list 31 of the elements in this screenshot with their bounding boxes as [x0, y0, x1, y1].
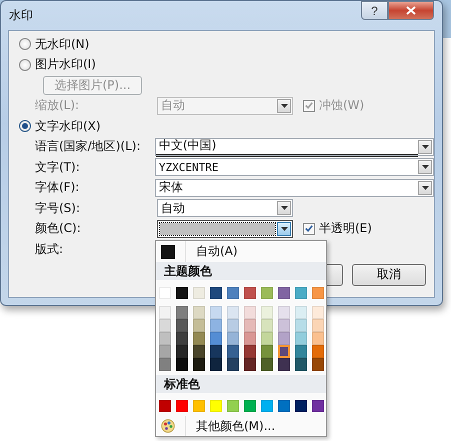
layout-label: 版式: — [35, 240, 64, 258]
font-dropdown[interactable]: 宋体 — [154, 178, 434, 197]
section-header: 标准色 — [156, 375, 326, 394]
scale-label: 缩放(L): — [35, 97, 80, 114]
radio-label: 无水印(N) — [35, 36, 90, 53]
text-dropdown[interactable]: YZXCENTRE — [154, 158, 434, 176]
size-dropdown[interactable]: 自动 — [157, 199, 293, 218]
radio-label: 文字水印(X) — [35, 118, 101, 135]
checkbox[interactable] — [303, 222, 315, 235]
radio-button[interactable] — [19, 38, 31, 50]
close-icon — [406, 6, 416, 15]
cancel-button[interactable]: 取消 — [352, 264, 426, 286]
font-label: 字体(F): — [35, 179, 80, 196]
language-dropdown[interactable]: 中文(中国) — [154, 138, 434, 156]
text-label: 文字(T): — [35, 158, 81, 176]
color-label: 颜色(C): — [35, 220, 82, 238]
window-title: 水印 — [9, 7, 33, 24]
semitransparent-label: 半透明(E) — [319, 220, 372, 238]
color-dropdown[interactable] — [157, 220, 293, 238]
washout-label: 冲蚀(W) — [319, 97, 364, 114]
palette-icon — [161, 419, 175, 434]
size-label: 字号(S): — [35, 200, 82, 217]
section-header: 主题颜色 — [156, 262, 326, 280]
radio-button[interactable] — [19, 58, 31, 71]
radio-button[interactable] — [19, 120, 31, 132]
radio-label: 图片水印(I) — [35, 56, 96, 74]
more-colors-item[interactable]: 其他颜色(M)... — [156, 416, 326, 436]
close-button[interactable] — [388, 1, 434, 20]
color-swatch[interactable] — [278, 345, 290, 358]
help-button[interactable]: ? — [361, 1, 388, 20]
language-label: 语言(国家/地区)(L): — [35, 138, 142, 156]
